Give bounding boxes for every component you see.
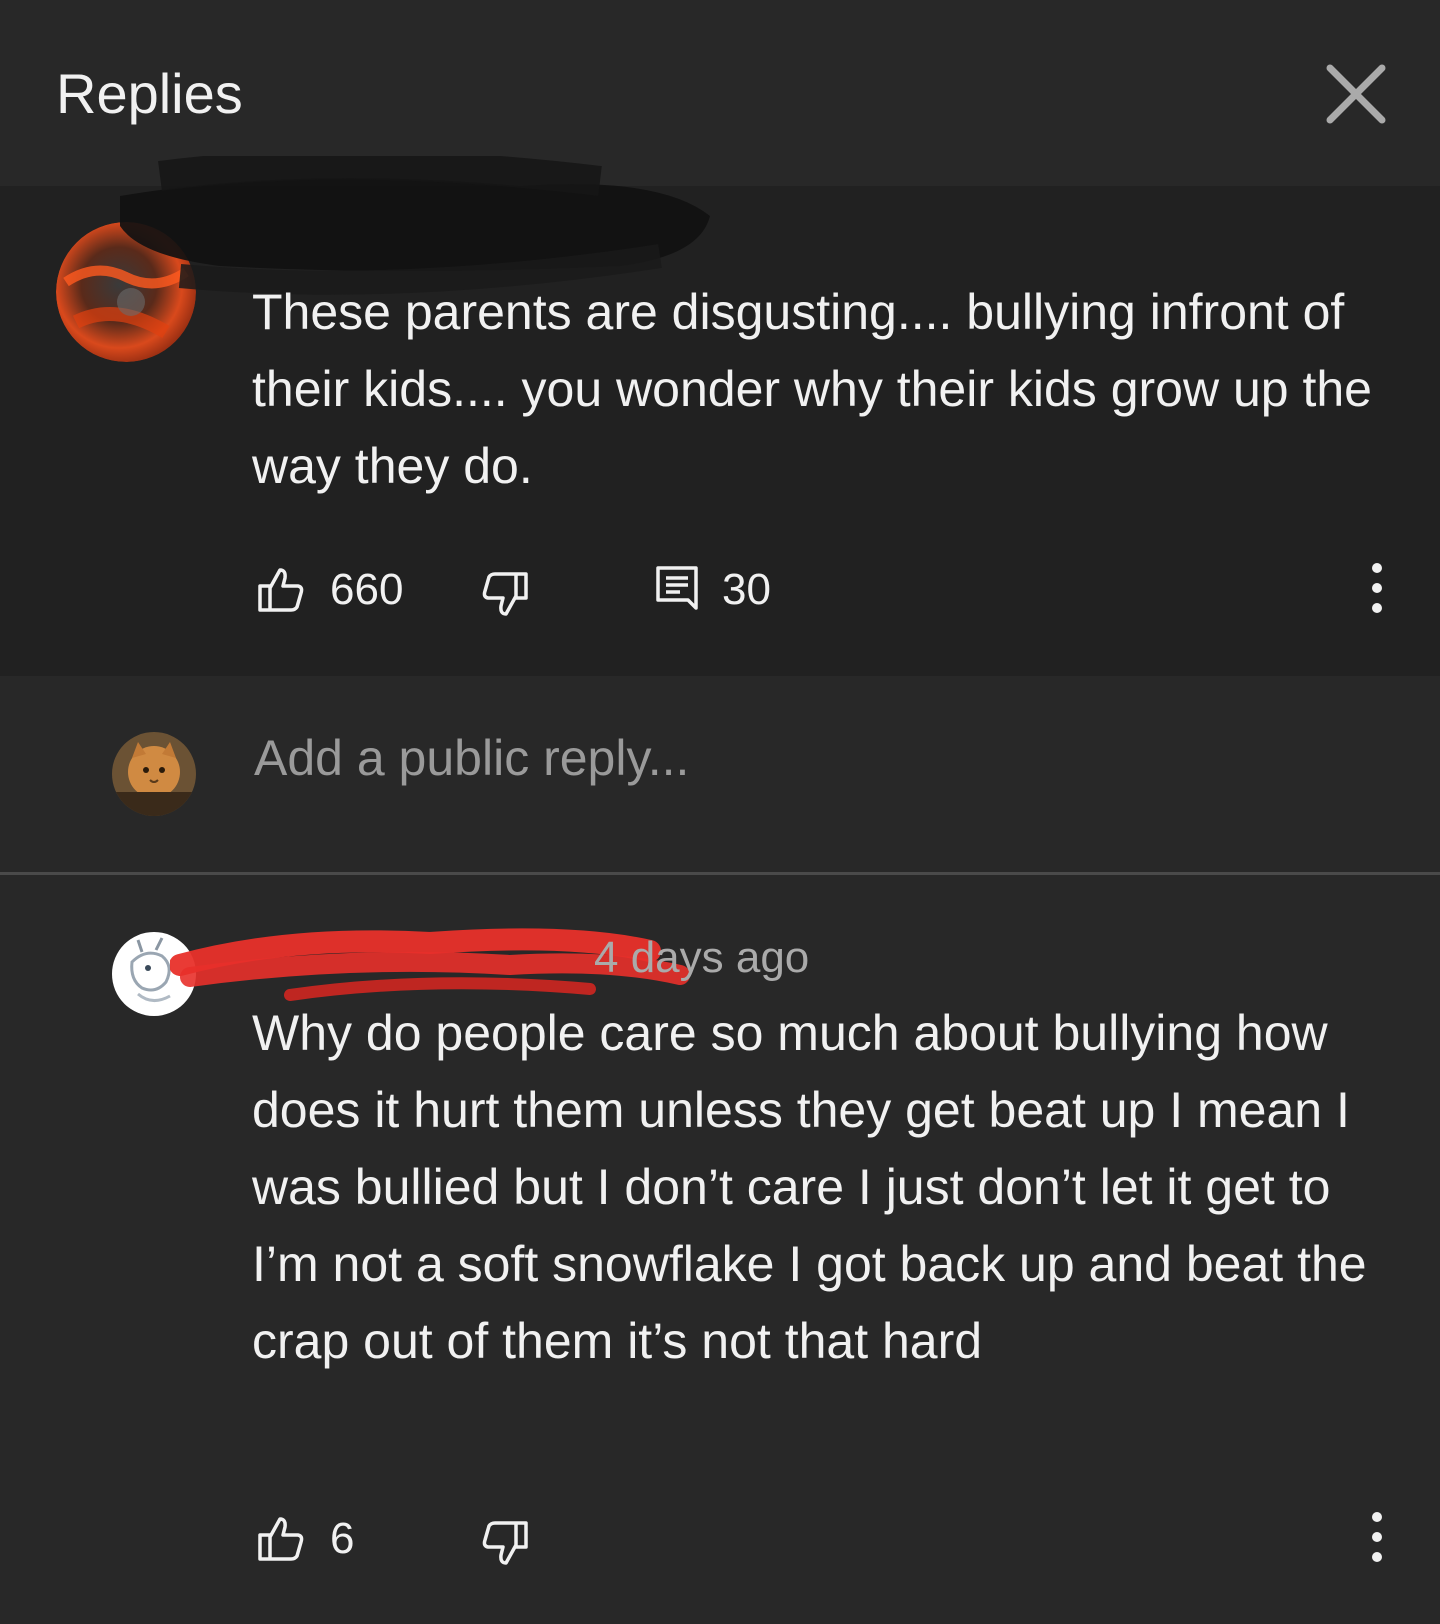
reply-input-row [0,676,1440,872]
more-options-icon[interactable] [1362,1507,1392,1567]
reply-count: 30 [722,565,771,614]
replies-panel: Replies These parents are disgusting....… [0,0,1440,1624]
dislike-icon[interactable] [480,570,530,620]
comment-timestamp: 4 days ago [594,933,810,982]
close-icon [1326,64,1386,124]
panel-title: Replies [56,62,243,125]
like-count: 660 [330,565,404,614]
like-count: 6 [330,1514,355,1563]
dislike-icon[interactable] [480,1519,530,1569]
user-avatar [112,732,196,816]
comment-actions: 6 [252,1512,1402,1583]
reply-input[interactable] [252,722,1356,794]
reply-comment-icon[interactable] [652,564,702,614]
comment-text: These parents are disgusting.... bullyin… [252,284,1372,494]
more-options-icon[interactable] [1362,558,1392,618]
reply-comment: 4 days ago Why do people care so much ab… [0,875,1440,1624]
close-button[interactable] [1322,60,1390,128]
like-icon[interactable] [256,564,306,614]
like-icon[interactable] [256,1513,306,1563]
comment-text: Why do people care so much about bullyin… [252,1005,1367,1369]
parent-comment: These parents are disgusting.... bullyin… [0,156,1440,676]
comment-actions: 660 30 [252,563,1402,634]
